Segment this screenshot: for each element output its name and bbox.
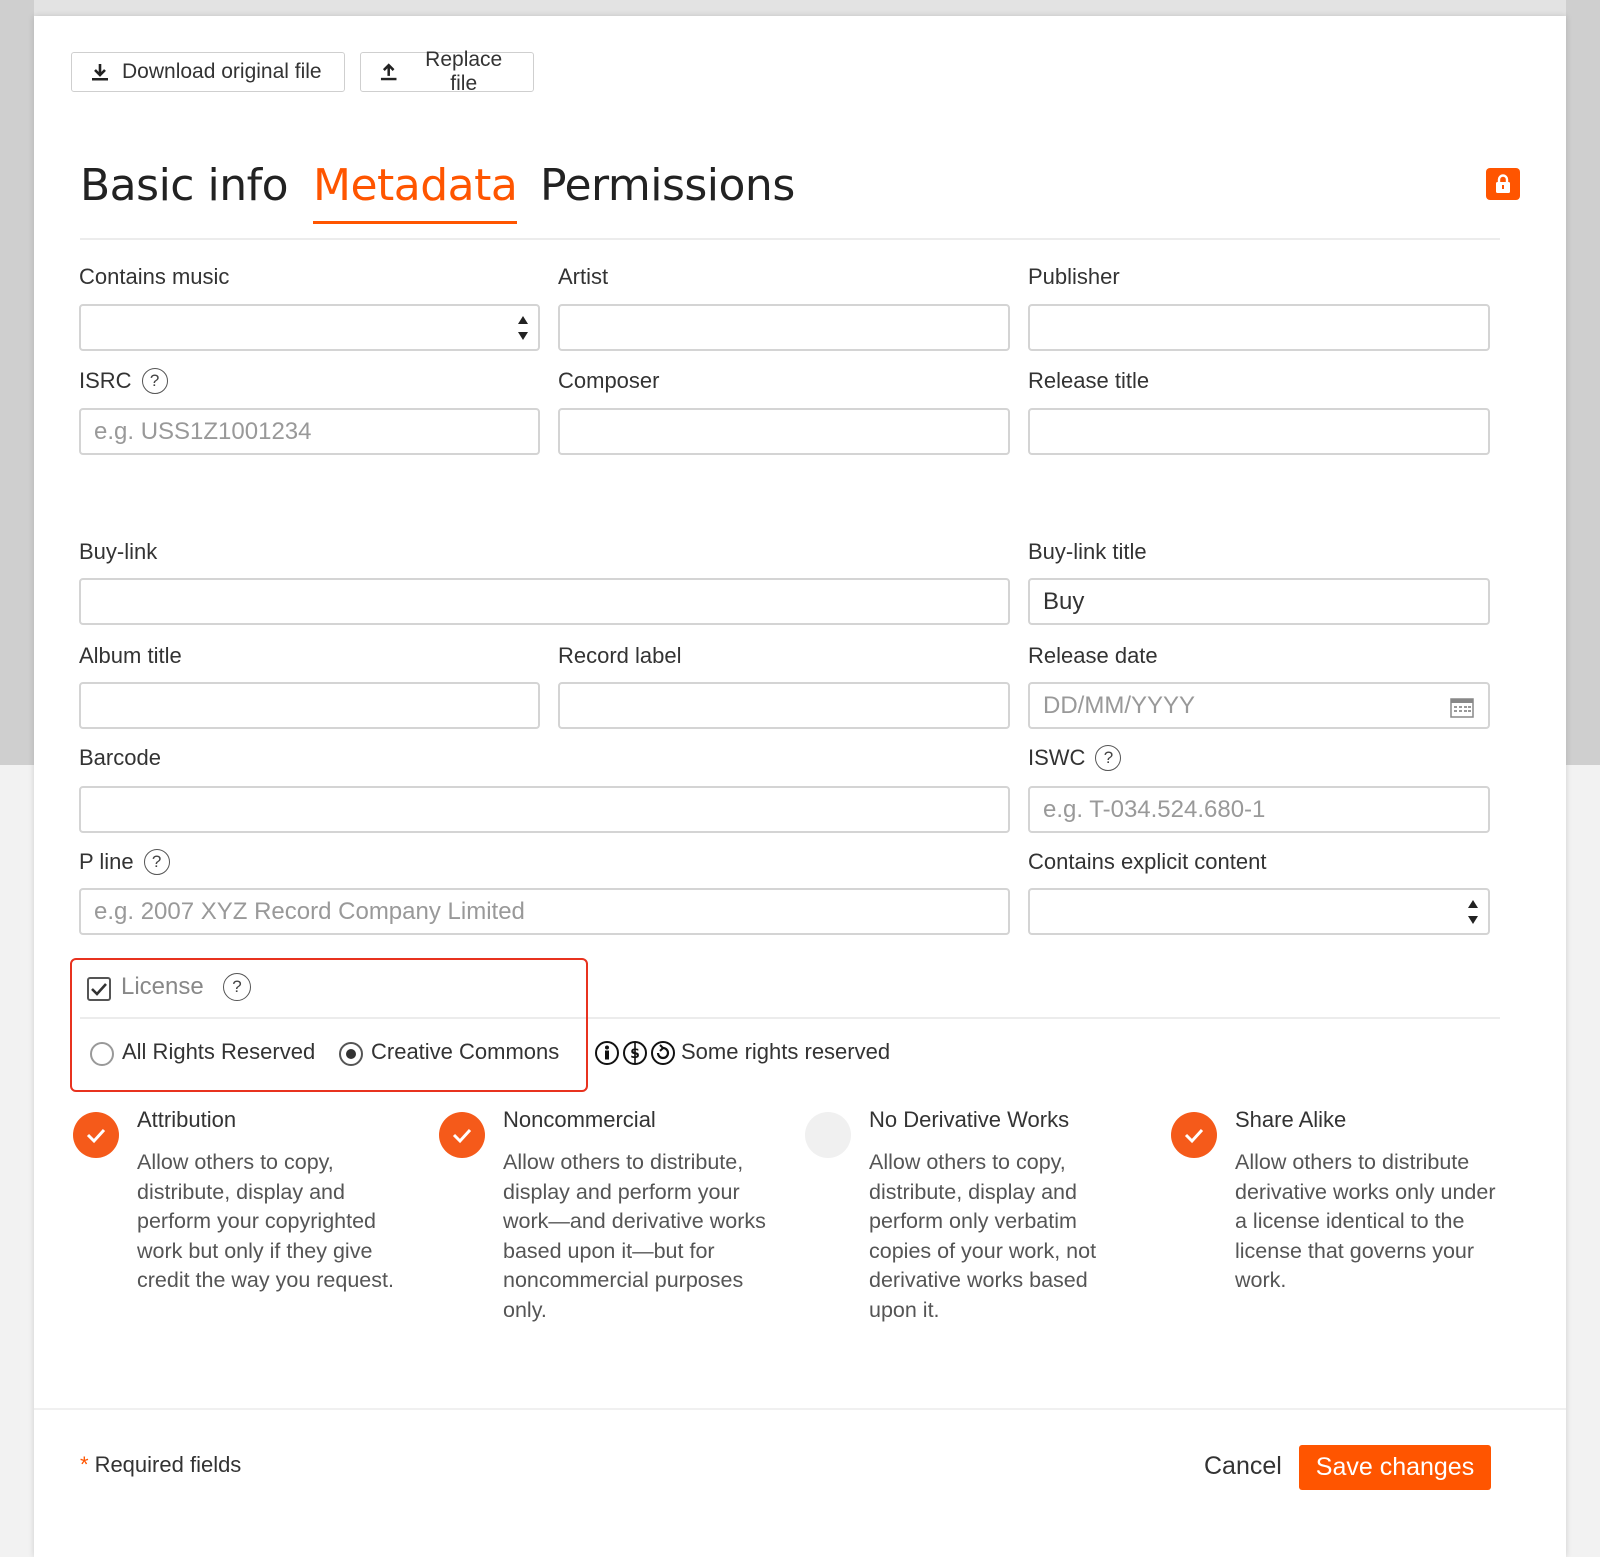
no-derivative-works-toggle[interactable] bbox=[805, 1112, 851, 1158]
p-line-input[interactable] bbox=[79, 888, 1010, 935]
iswc-help-icon[interactable]: ? bbox=[1095, 745, 1122, 771]
noncommercial-description: Allow others to distribute, display and … bbox=[503, 1150, 766, 1322]
background-left-strip bbox=[0, 0, 34, 765]
download-icon bbox=[92, 64, 108, 81]
creative-commons-label[interactable]: Creative Commons bbox=[371, 1039, 559, 1065]
lock-icon[interactable] bbox=[1486, 168, 1520, 200]
p-line-label: P line ? bbox=[79, 849, 170, 875]
release-title-label: Release title bbox=[1028, 368, 1150, 393]
barcode-label: Barcode bbox=[79, 745, 161, 770]
share-alike-description: Allow others to distribute derivative wo… bbox=[1235, 1150, 1496, 1292]
check-icon bbox=[86, 1128, 106, 1144]
iswc-input[interactable] bbox=[1028, 786, 1490, 833]
check-icon bbox=[1184, 1128, 1204, 1144]
cancel-button[interactable]: Cancel bbox=[1204, 1452, 1282, 1481]
check-icon bbox=[452, 1128, 472, 1144]
isrc-input[interactable] bbox=[79, 408, 540, 455]
explicit-content-label: Contains explicit content bbox=[1028, 849, 1267, 874]
contains-music-label: Contains music bbox=[79, 264, 230, 289]
noncommercial-title: Noncommercial bbox=[503, 1107, 656, 1132]
cc-license-icons: $ bbox=[595, 1041, 675, 1065]
replace-button-label: Replace file bbox=[425, 48, 503, 95]
iswc-label: ISWC ? bbox=[1028, 745, 1122, 771]
release-title-input[interactable] bbox=[1028, 408, 1490, 455]
buy-link-input[interactable] bbox=[79, 578, 1010, 625]
record-label-label: Record label bbox=[558, 643, 682, 668]
tab-permissions[interactable]: Permissions bbox=[540, 160, 795, 221]
background-right-strip bbox=[1566, 0, 1600, 765]
isrc-label: ISRC ? bbox=[79, 368, 168, 394]
composer-label: Composer bbox=[558, 368, 660, 393]
share-alike-toggle[interactable] bbox=[1171, 1112, 1217, 1158]
attribution-title: Attribution bbox=[137, 1107, 237, 1132]
publisher-input[interactable] bbox=[1028, 304, 1490, 351]
p-line-help-icon[interactable]: ? bbox=[143, 849, 170, 875]
edit-track-modal: Download original file Replace file Basi… bbox=[34, 16, 1566, 1557]
all-rights-reserved-label[interactable]: All Rights Reserved bbox=[122, 1039, 315, 1065]
creative-commons-radio[interactable] bbox=[339, 1042, 363, 1066]
artist-label: Artist bbox=[558, 264, 609, 289]
required-star: * bbox=[80, 1452, 89, 1477]
upload-icon bbox=[380, 63, 397, 81]
album-title-label: Album title bbox=[79, 643, 182, 668]
all-rights-reserved-radio[interactable] bbox=[90, 1042, 114, 1066]
buy-link-title-label: Buy-link title bbox=[1028, 539, 1147, 564]
share-alike-title: Share Alike bbox=[1235, 1107, 1347, 1132]
publisher-label: Publisher bbox=[1028, 264, 1120, 289]
license-label: License bbox=[121, 973, 204, 1000]
buy-link-title-input[interactable] bbox=[1028, 578, 1490, 625]
download-original-file-button[interactable]: Download original file bbox=[71, 52, 345, 92]
barcode-input[interactable] bbox=[79, 786, 1010, 833]
contains-music-select[interactable] bbox=[79, 304, 540, 351]
required-fields-text: Required fields bbox=[94, 1452, 242, 1477]
save-changes-button[interactable]: Save changes bbox=[1299, 1445, 1491, 1490]
release-date-input[interactable] bbox=[1028, 682, 1490, 729]
tab-basic-info[interactable]: Basic info bbox=[80, 160, 289, 221]
attribution-description: Allow others to copy, distribute, displa… bbox=[137, 1150, 394, 1292]
noncommercial-toggle[interactable] bbox=[439, 1112, 485, 1158]
license-summary: Some rights reserved bbox=[681, 1039, 891, 1064]
composer-input[interactable] bbox=[558, 408, 1010, 455]
no-derivative-works-description: Allow others to copy, distribute, displa… bbox=[869, 1150, 1097, 1322]
replace-file-button[interactable]: Replace file bbox=[360, 48, 534, 95]
tab-metadata[interactable]: Metadata bbox=[313, 160, 518, 224]
calendar-icon[interactable] bbox=[1450, 696, 1474, 718]
buy-link-label: Buy-link bbox=[79, 539, 158, 564]
license-help-icon[interactable]: ? bbox=[223, 973, 251, 1001]
isrc-help-icon[interactable]: ? bbox=[141, 368, 168, 394]
attribution-toggle[interactable] bbox=[73, 1112, 119, 1158]
no-derivative-works-title: No Derivative Works bbox=[869, 1107, 1070, 1132]
download-button-label: Download original file bbox=[122, 60, 322, 83]
license-checkbox[interactable] bbox=[87, 977, 111, 1001]
footer-divider bbox=[34, 1408, 1566, 1410]
required-fields-note: * Required fields bbox=[80, 1452, 241, 1478]
album-title-input[interactable] bbox=[79, 682, 540, 729]
tab-bar: Basic info Metadata Permissions bbox=[80, 156, 1500, 240]
explicit-content-select[interactable] bbox=[1028, 888, 1490, 935]
record-label-input[interactable] bbox=[558, 682, 1010, 729]
checkmark-icon bbox=[91, 983, 107, 996]
artist-input[interactable] bbox=[558, 304, 1010, 351]
release-date-label: Release date bbox=[1028, 643, 1158, 668]
